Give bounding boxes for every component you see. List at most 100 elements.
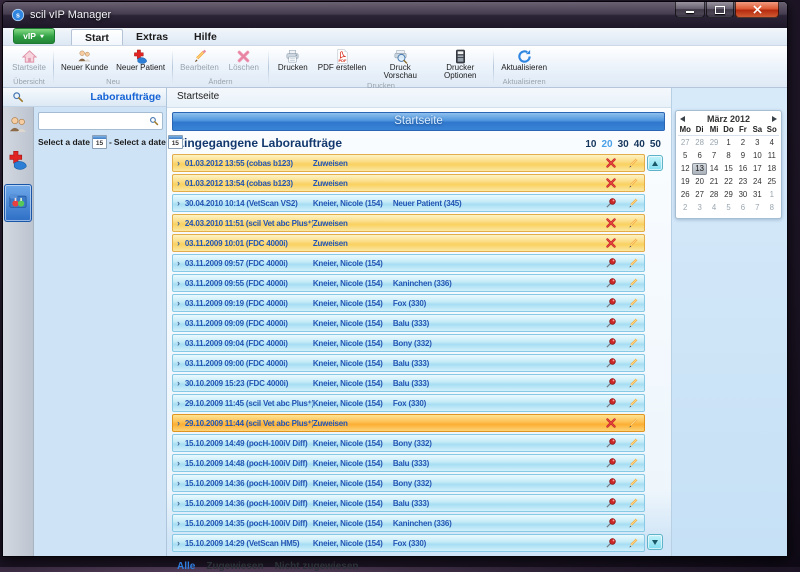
- calendar-day[interactable]: 21: [707, 176, 721, 188]
- patient-link[interactable]: Neuer Patient (345): [393, 199, 596, 208]
- delete-x-icon[interactable]: [603, 217, 618, 230]
- laborder-row[interactable]: ›15.10.2009 14:29 (VetScan HM5)Kneier, N…: [172, 534, 645, 552]
- calendar-day[interactable]: 15: [721, 163, 735, 175]
- chevron-right-icon[interactable]: ›: [177, 499, 180, 508]
- customer-link[interactable]: Kneier, Nicole (154): [313, 279, 393, 288]
- unassign-pin-icon[interactable]: [603, 357, 618, 370]
- edit-pencil-icon[interactable]: [625, 457, 640, 470]
- edit-pencil-icon[interactable]: [625, 157, 640, 170]
- calendar-day[interactable]: 1: [721, 137, 735, 149]
- customer-link[interactable]: Kneier, Nicole (154): [313, 519, 393, 528]
- laborder-row[interactable]: ›29.10.2009 11:45 (scil Vet abc Plus⁺)Kn…: [172, 394, 645, 412]
- customer-link[interactable]: Kneier, Nicole (154): [313, 499, 393, 508]
- scroll-up-button[interactable]: [647, 155, 663, 171]
- unassign-pin-icon[interactable]: [603, 197, 618, 210]
- ribbon-button-drucken[interactable]: Drucken: [272, 47, 314, 72]
- date-to-picker[interactable]: 15: [168, 135, 183, 149]
- calendar-day[interactable]: 27: [692, 189, 706, 201]
- customer-link[interactable]: Kneier, Nicole (154): [313, 259, 393, 268]
- ribbon-button-neuer-kunde[interactable]: Neuer Kunde: [57, 47, 112, 72]
- chevron-right-icon[interactable]: ›: [177, 239, 180, 248]
- calendar-day[interactable]: 23: [736, 176, 750, 188]
- calendar-day[interactable]: 13: [692, 163, 706, 175]
- calendar-next-icon[interactable]: [772, 116, 777, 122]
- unassign-pin-icon[interactable]: [603, 337, 618, 350]
- calendar-day[interactable]: 20: [692, 176, 706, 188]
- calendar-day[interactable]: 6: [736, 202, 750, 214]
- laborder-row[interactable]: ›30.10.2009 15:23 (FDC 4000i)Kneier, Nic…: [172, 374, 645, 392]
- calendar-day[interactable]: 4: [707, 202, 721, 214]
- laborder-row[interactable]: ›15.10.2009 14:36 (pocH-100iV Diff)Kneie…: [172, 494, 645, 512]
- tab-extras[interactable]: Extras: [123, 29, 181, 45]
- unassign-pin-icon[interactable]: [603, 477, 618, 490]
- chevron-right-icon[interactable]: ›: [177, 219, 180, 228]
- chevron-right-icon[interactable]: ›: [177, 519, 180, 528]
- assign-link[interactable]: Zuweisen: [313, 159, 393, 168]
- calendar-day[interactable]: 31: [750, 189, 764, 201]
- edit-pencil-icon[interactable]: [625, 317, 640, 330]
- patient-link[interactable]: Bony (332): [393, 479, 596, 488]
- calendar-day[interactable]: 2: [678, 202, 692, 214]
- tab-hilfe[interactable]: Hilfe: [181, 29, 230, 45]
- calendar-day[interactable]: 5: [678, 150, 692, 162]
- edit-pencil-icon[interactable]: [625, 237, 640, 250]
- customer-link[interactable]: Kneier, Nicole (154): [313, 399, 393, 408]
- customer-link[interactable]: Kneier, Nicole (154): [313, 339, 393, 348]
- patient-link[interactable]: Balu (333): [393, 459, 596, 468]
- patient-link[interactable]: Balu (333): [393, 379, 596, 388]
- assign-link[interactable]: Zuweisen: [313, 419, 393, 428]
- edit-pencil-icon[interactable]: [625, 217, 640, 230]
- date-from-picker[interactable]: 15: [92, 135, 107, 149]
- edit-pencil-icon[interactable]: [625, 397, 640, 410]
- chevron-right-icon[interactable]: ›: [177, 399, 180, 408]
- delete-x-icon[interactable]: [603, 237, 618, 250]
- unassign-pin-icon[interactable]: [603, 517, 618, 530]
- patient-link[interactable]: Fox (330): [393, 299, 596, 308]
- edit-pencil-icon[interactable]: [625, 497, 640, 510]
- laborder-row[interactable]: ›15.10.2009 14:48 (pocH-100iV Diff)Kneie…: [172, 454, 645, 472]
- customer-link[interactable]: Kneier, Nicole (154): [313, 439, 393, 448]
- unassign-pin-icon[interactable]: [603, 457, 618, 470]
- chevron-right-icon[interactable]: ›: [177, 299, 180, 308]
- laborder-row[interactable]: ›03.11.2009 09:09 (FDC 4000i)Kneier, Nic…: [172, 314, 645, 332]
- chevron-right-icon[interactable]: ›: [177, 379, 180, 388]
- delete-x-icon[interactable]: [603, 417, 618, 430]
- page-size-10[interactable]: 10: [585, 139, 596, 150]
- page-size-20[interactable]: 20: [602, 139, 613, 150]
- calendar-day[interactable]: 1: [765, 189, 779, 201]
- laborder-row[interactable]: ›03.11.2009 09:19 (FDC 4000i)Kneier, Nic…: [172, 294, 645, 312]
- calendar-day[interactable]: 18: [765, 163, 779, 175]
- chevron-right-icon[interactable]: ›: [177, 479, 180, 488]
- calendar-day[interactable]: 25: [765, 176, 779, 188]
- customer-link[interactable]: Kneier, Nicole (154): [313, 299, 393, 308]
- patient-link[interactable]: Fox (330): [393, 539, 596, 548]
- sidebar-item-patienten[interactable]: [5, 149, 31, 175]
- patient-link[interactable]: Bony (332): [393, 339, 596, 348]
- chevron-right-icon[interactable]: ›: [177, 199, 180, 208]
- unassign-pin-icon[interactable]: [603, 257, 618, 270]
- calendar-day[interactable]: 7: [707, 150, 721, 162]
- edit-pencil-icon[interactable]: [625, 177, 640, 190]
- page-size-40[interactable]: 40: [634, 139, 645, 150]
- edit-pencil-icon[interactable]: [625, 477, 640, 490]
- customer-link[interactable]: Kneier, Nicole (154): [313, 479, 393, 488]
- scroll-down-button[interactable]: [647, 534, 663, 550]
- unassign-pin-icon[interactable]: [603, 277, 618, 290]
- unassign-pin-icon[interactable]: [603, 537, 618, 550]
- calendar-day[interactable]: 9: [736, 150, 750, 162]
- unassign-pin-icon[interactable]: [603, 497, 618, 510]
- page-size-30[interactable]: 30: [618, 139, 629, 150]
- ribbon-button-drucker-optionen[interactable]: Drucker Optionen: [430, 47, 490, 81]
- page-size-50[interactable]: 50: [650, 139, 661, 150]
- sidebar-item-kunden[interactable]: [5, 114, 31, 140]
- patient-link[interactable]: Fox (330): [393, 399, 596, 408]
- customer-link[interactable]: Kneier, Nicole (154): [313, 319, 393, 328]
- calendar-month-label[interactable]: März 2012: [685, 114, 772, 124]
- search-input[interactable]: [42, 115, 149, 127]
- assign-link[interactable]: Zuweisen: [313, 239, 393, 248]
- calendar-day[interactable]: 8: [721, 150, 735, 162]
- customer-link[interactable]: Kneier, Nicole (154): [313, 379, 393, 388]
- laborder-row[interactable]: ›01.03.2012 13:54 (cobas b123)Zuweisen: [172, 174, 645, 192]
- laborder-row[interactable]: ›24.03.2010 11:51 (scil Vet abc Plus⁺)Zu…: [172, 214, 645, 232]
- edit-pencil-icon[interactable]: [625, 357, 640, 370]
